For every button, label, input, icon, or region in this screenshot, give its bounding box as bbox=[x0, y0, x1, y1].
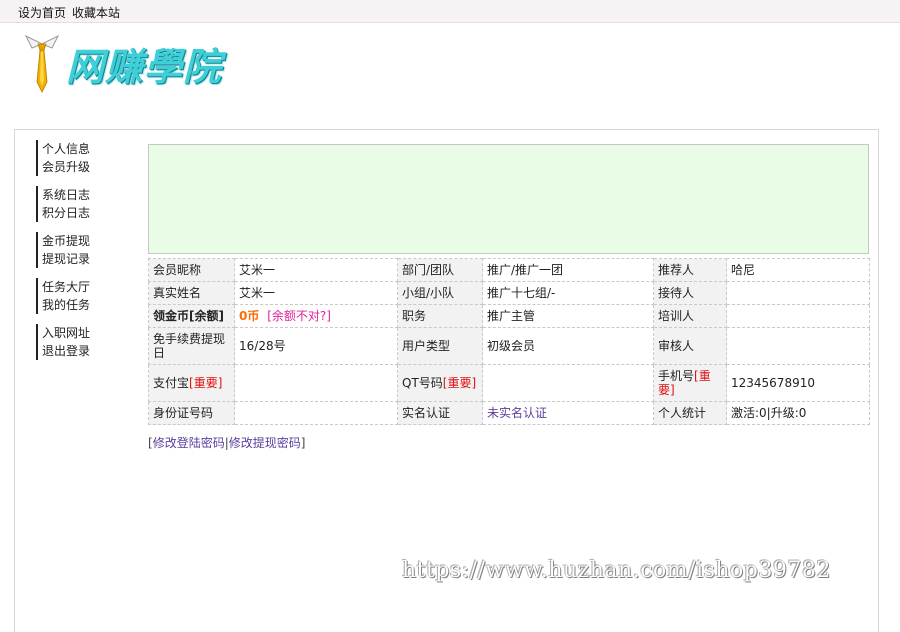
coin-balance-label: 领金币[余额] bbox=[148, 304, 235, 328]
id-card-value bbox=[234, 401, 398, 425]
personal-stats-value: 激活:0|升级:0 bbox=[726, 401, 870, 425]
group-label: 小组/小队 bbox=[397, 281, 483, 305]
table-row: 领金币[余额] 0币 [余额不对?] 职务 推广主管 培训人 bbox=[148, 304, 870, 328]
reviewer-label: 审核人 bbox=[653, 327, 727, 365]
sidebar-item-withdraw-records[interactable]: 提现记录 bbox=[36, 250, 90, 268]
nickname-value: 艾米一 bbox=[234, 258, 398, 282]
password-links: [修改登陆密码|修改提现密码] bbox=[148, 434, 305, 451]
free-withdraw-day-label: 免手续费提现日 bbox=[148, 327, 235, 365]
sidebar-item-logout[interactable]: 退出登录 bbox=[36, 342, 90, 360]
set-home-link[interactable]: 设为首页 bbox=[18, 4, 66, 21]
qt-number-label-text: QT号码 bbox=[402, 376, 443, 390]
sidebar-item-system-log[interactable]: 系统日志 bbox=[36, 186, 90, 204]
important-tag: [重要] bbox=[189, 376, 223, 390]
position-value: 推广主管 bbox=[482, 304, 654, 328]
user-type-value: 初级会员 bbox=[482, 327, 654, 365]
reviewer-value bbox=[726, 327, 870, 365]
table-row: 免手续费提现日 16/28号 用户类型 初级会员 审核人 bbox=[148, 327, 870, 365]
change-login-password-link[interactable]: 修改登陆密码 bbox=[153, 436, 225, 450]
alipay-label-text: 支付宝 bbox=[153, 376, 190, 390]
sidebar-item-withdraw[interactable]: 金币提现 bbox=[36, 232, 90, 250]
real-name-auth-label: 实名认证 bbox=[397, 401, 483, 425]
site-logo[interactable]: 网赚學院 bbox=[22, 30, 262, 98]
free-withdraw-day-value: 16/28号 bbox=[234, 327, 398, 365]
tie-icon bbox=[24, 34, 60, 93]
alipay-label: 支付宝[重要] bbox=[148, 364, 235, 402]
trainer-label: 培训人 bbox=[653, 304, 727, 328]
trainer-value bbox=[726, 304, 870, 328]
member-info-table: 会员昵称 艾米一 部门/团队 推广/推广一团 推荐人 哈尼 真实姓名 艾米一 小… bbox=[148, 258, 870, 425]
table-row: 身份证号码 实名认证 未实名认证 个人统计 激活:0|升级:0 bbox=[148, 401, 870, 425]
department-label: 部门/团队 bbox=[397, 258, 483, 282]
qt-number-label: QT号码[重要] bbox=[397, 364, 483, 402]
important-tag: [重要] bbox=[442, 376, 477, 390]
qt-number-value bbox=[482, 364, 654, 402]
bracket-close: ] bbox=[300, 436, 306, 450]
phone-label-text: 手机号 bbox=[658, 369, 695, 383]
real-name-label: 真实姓名 bbox=[148, 281, 235, 305]
sidebar-item-my-tasks[interactable]: 我的任务 bbox=[36, 296, 90, 314]
top-bar: 设为首页 收藏本站 bbox=[0, 0, 900, 23]
id-card-label: 身份证号码 bbox=[148, 401, 235, 425]
phone-value: 12345678910 bbox=[726, 364, 870, 402]
receptionist-label: 接待人 bbox=[653, 281, 727, 305]
referrer-label: 推荐人 bbox=[653, 258, 727, 282]
nickname-label: 会员昵称 bbox=[148, 258, 235, 282]
change-withdraw-password-link[interactable]: 修改提现密码 bbox=[229, 436, 301, 450]
table-row: 支付宝[重要] QT号码[重要] 手机号[重要] 12345678910 bbox=[148, 364, 870, 402]
real-name-auth-value: 未实名认证 bbox=[482, 401, 654, 425]
real-name-auth-link[interactable]: 未实名认证 bbox=[487, 406, 547, 420]
referrer-value: 哈尼 bbox=[726, 258, 870, 282]
phone-label: 手机号[重要] bbox=[653, 364, 727, 402]
table-row: 真实姓名 艾米一 小组/小队 推广十七组/- 接待人 bbox=[148, 281, 870, 305]
receptionist-value bbox=[726, 281, 870, 305]
balance-wrong-link[interactable]: [余额不对?] bbox=[267, 309, 331, 323]
logo-text: 网赚學院 bbox=[66, 44, 223, 89]
bookmark-link[interactable]: 收藏本站 bbox=[72, 4, 120, 21]
real-name-value: 艾米一 bbox=[234, 281, 398, 305]
alipay-value bbox=[234, 364, 398, 402]
group-value: 推广十七组/- bbox=[482, 281, 654, 305]
sidebar-item-upgrade[interactable]: 会员升级 bbox=[36, 158, 90, 176]
sidebar-item-task-hall[interactable]: 任务大厅 bbox=[36, 278, 90, 296]
notice-box bbox=[148, 144, 869, 254]
sidebar-item-profile[interactable]: 个人信息 bbox=[36, 140, 90, 158]
table-row: 会员昵称 艾米一 部门/团队 推广/推广一团 推荐人 哈尼 bbox=[148, 258, 870, 282]
position-label: 职务 bbox=[397, 304, 483, 328]
user-type-label: 用户类型 bbox=[397, 327, 483, 365]
watermark-text: https://www.huzhan.com/ishop39782 bbox=[402, 558, 831, 583]
personal-stats-label: 个人统计 bbox=[653, 401, 727, 425]
coin-balance-value: 0币 bbox=[239, 309, 260, 323]
sidebar-item-onboarding-url[interactable]: 入职网址 bbox=[36, 324, 90, 342]
sidebar-item-points-log[interactable]: 积分日志 bbox=[36, 204, 90, 222]
department-value: 推广/推广一团 bbox=[482, 258, 654, 282]
coin-balance-cell: 0币 [余额不对?] bbox=[234, 304, 398, 328]
